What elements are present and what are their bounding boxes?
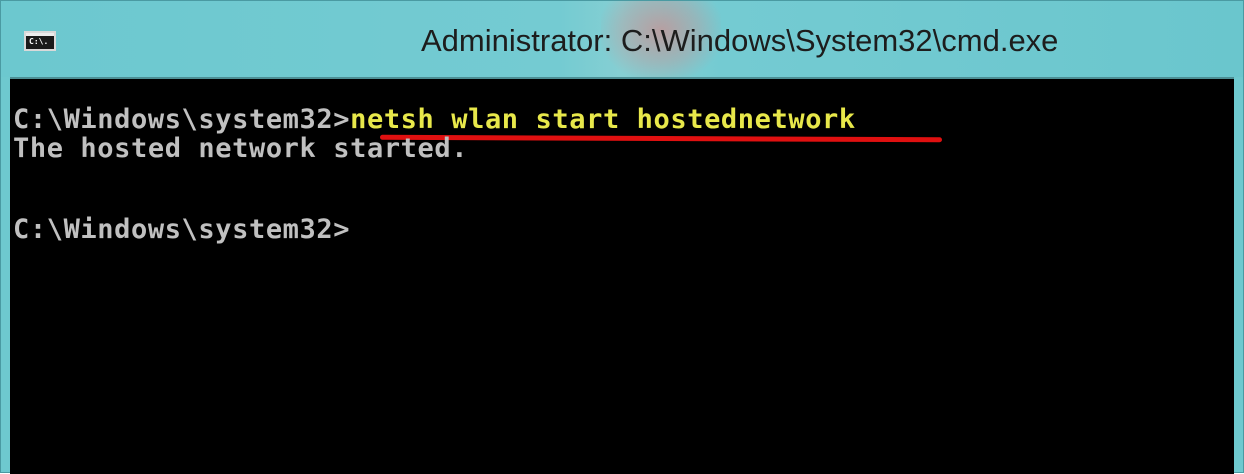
console-area[interactable]: C:\Windows\system32>netsh wlan start hos… xyxy=(10,77,1234,474)
title-bar[interactable]: C:\. Administrator: C:\Windows\System32\… xyxy=(1,1,1243,77)
command-text: netsh wlan start hostednetwork xyxy=(350,104,856,135)
window-title: Administrator: C:\Windows\System32\cmd.e… xyxy=(421,23,1059,58)
cmd-icon-text: C:\. xyxy=(29,37,49,46)
console-line-output: The hosted network started. xyxy=(13,133,469,164)
cmd-window: C:\. Administrator: C:\Windows\System32\… xyxy=(0,0,1244,474)
console-line-command: C:\Windows\system32>netsh wlan start hos… xyxy=(13,105,856,135)
console-line-prompt: C:\Windows\system32> xyxy=(13,215,350,245)
cmd-icon[interactable]: C:\. xyxy=(24,31,56,51)
prompt: C:\Windows\system32> xyxy=(13,104,351,135)
prompt: C:\Windows\system32> xyxy=(13,214,351,245)
